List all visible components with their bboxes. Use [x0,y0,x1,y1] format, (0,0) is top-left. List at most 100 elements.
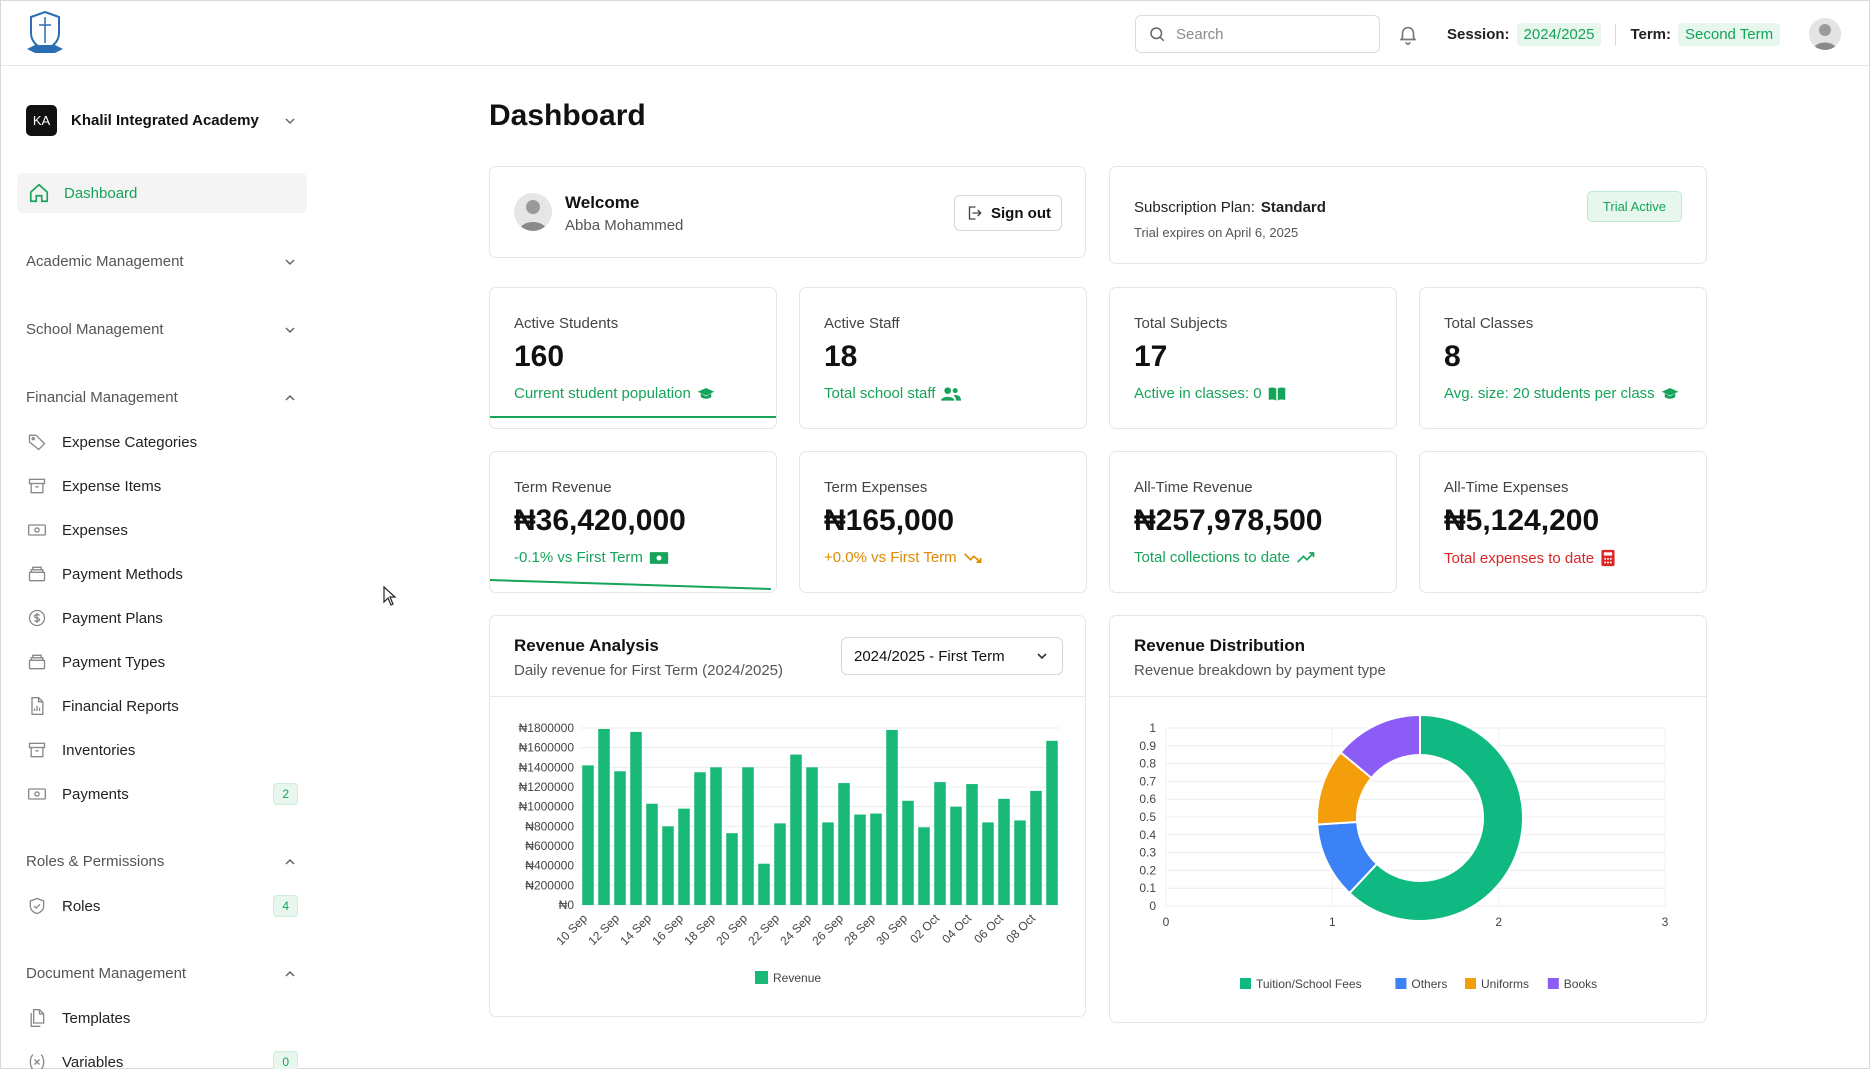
stat-label: Active Students [514,315,619,332]
revenue-bar[interactable] [598,728,610,905]
home-icon [29,183,49,203]
stat-value: ₦257,978,500 [1134,504,1323,537]
revenue-bar[interactable] [790,754,802,905]
sidebar-item-payment-methods[interactable]: Payment Methods [26,559,298,589]
revenue-bar[interactable] [806,767,818,905]
y-tick-label: ₦1000000 [519,800,575,814]
revenue-bar[interactable] [1046,740,1058,905]
y-tick-label: ₦1200000 [519,780,575,794]
sidebar-item-expense-items[interactable]: Expense Items [26,471,298,501]
section-financial-management[interactable]: Financial Management [26,389,296,406]
revenue-bar[interactable] [774,823,786,905]
x-tick-label: 22 Sep [745,911,782,948]
sidebar-item-expenses[interactable]: Expenses [26,515,298,545]
users-icon [941,386,962,401]
y-tick-label: ₦400000 [525,859,574,873]
x-tick-label: 10 Sep [553,911,590,948]
revenue-bar[interactable] [838,783,850,905]
school-name: Khalil Integrated Academy [71,112,259,129]
school-logo-icon[interactable] [25,9,65,57]
revenue-bar[interactable] [950,806,962,905]
revenue-bar[interactable] [646,803,658,905]
x-tick-label: 28 Sep [841,911,878,948]
revenue-bar[interactable] [918,827,930,905]
count-badge: 0 [273,1051,298,1069]
search-box[interactable] [1135,15,1380,53]
school-switcher[interactable]: KA Khalil Integrated Academy [26,105,296,136]
y-tick-label: ₦800000 [525,819,574,833]
revenue-bar[interactable] [582,765,594,905]
section-label: Financial Management [26,389,178,406]
stat-label: Term Revenue [514,479,612,496]
sign-out-button[interactable]: Sign out [954,195,1062,231]
legend-swatch [1547,978,1559,989]
term-value: Second Term [1678,23,1781,46]
section-academic-management[interactable]: Academic Management [26,253,296,270]
x-tick-label: 0 [1163,915,1170,929]
welcome-heading: Welcome [565,193,640,212]
revenue-bar[interactable] [614,771,626,905]
x-tick-label: 06 Oct [971,911,1006,946]
revenue-bar[interactable] [758,863,770,905]
y-tick-label: 0.3 [1139,846,1156,860]
section-document-management[interactable]: Document Management [26,965,296,982]
term-select[interactable]: 2024/2025 - First Term [841,637,1063,675]
sidebar-item-payments[interactable]: Payments 2 [26,779,298,809]
legend-label: Others [1411,977,1447,991]
sidebar-item-dashboard[interactable]: Dashboard [17,173,307,213]
x-tick-label: 18 Sep [681,911,718,948]
section-school-management[interactable]: School Management [26,321,296,338]
revenue-bar[interactable] [886,729,898,905]
revenue-bar[interactable] [678,808,690,905]
stat-value: ₦36,420,000 [514,504,686,537]
revenue-bar[interactable] [742,767,754,905]
revenue-bar[interactable] [1014,820,1026,905]
page-title: Dashboard [489,99,646,132]
search-input[interactable] [1176,25,1366,43]
revenue-bar[interactable] [998,798,1010,905]
revenue-bar[interactable] [870,813,882,905]
revenue-bar[interactable] [1030,790,1042,905]
sidebar-item-label: Payment Types [62,653,166,671]
sidebar-item-financial-reports[interactable]: Financial Reports [26,691,298,721]
revenue-bar[interactable] [902,800,914,905]
graduation-cap-icon [1661,387,1678,399]
revenue-bar[interactable] [982,822,994,905]
chevron-up-icon [285,970,295,977]
bell-icon[interactable] [1397,23,1419,45]
sidebar-item-expense-categories[interactable]: Expense Categories [26,427,298,457]
user-avatar[interactable] [1809,18,1841,50]
revenue-bar[interactable] [710,767,722,905]
log-out-icon [968,206,982,220]
top-bar: Session: 2024/2025 Term: Second Term [1,1,1869,66]
sign-out-label: Sign out [991,204,1051,222]
revenue-bar[interactable] [694,772,706,905]
revenue-bar[interactable] [726,833,738,905]
section-roles-permissions[interactable]: Roles & Permissions [26,853,296,870]
sidebar-item-inventories[interactable]: Inventories [26,735,298,765]
sidebar-item-roles[interactable]: Roles 4 [26,891,298,921]
archive-icon [26,475,48,497]
y-tick-label: ₦200000 [525,878,574,892]
revenue-bar[interactable] [934,782,946,905]
revenue-bar[interactable] [822,822,834,905]
plan-name: Standard [1260,199,1326,216]
sidebar-item-label: Variables [62,1053,124,1069]
sidebar-item-payment-types[interactable]: Payment Types [26,647,298,677]
revenue-bar[interactable] [630,731,642,905]
stat-label: Total Classes [1444,315,1534,332]
chevron-down-icon [285,326,295,333]
layers-icon [26,651,48,673]
sidebar-item-variables[interactable]: Variables 0 [26,1047,298,1069]
layers-icon [26,563,48,585]
revenue-distribution-card: Revenue Distribution Revenue breakdown b… [1109,615,1707,1023]
section-label: School Management [26,321,164,338]
revenue-bar[interactable] [662,826,674,905]
sidebar-item-templates[interactable]: Templates [26,1003,298,1033]
stat-note-text: Active in classes: 0 [1134,385,1262,402]
revenue-bar[interactable] [854,814,866,905]
sidebar-item-label: Expense Items [62,477,162,495]
sidebar-item-payment-plans[interactable]: Payment Plans [26,603,298,633]
sidebar-item-label: Templates [62,1009,131,1027]
revenue-bar[interactable] [966,784,978,905]
